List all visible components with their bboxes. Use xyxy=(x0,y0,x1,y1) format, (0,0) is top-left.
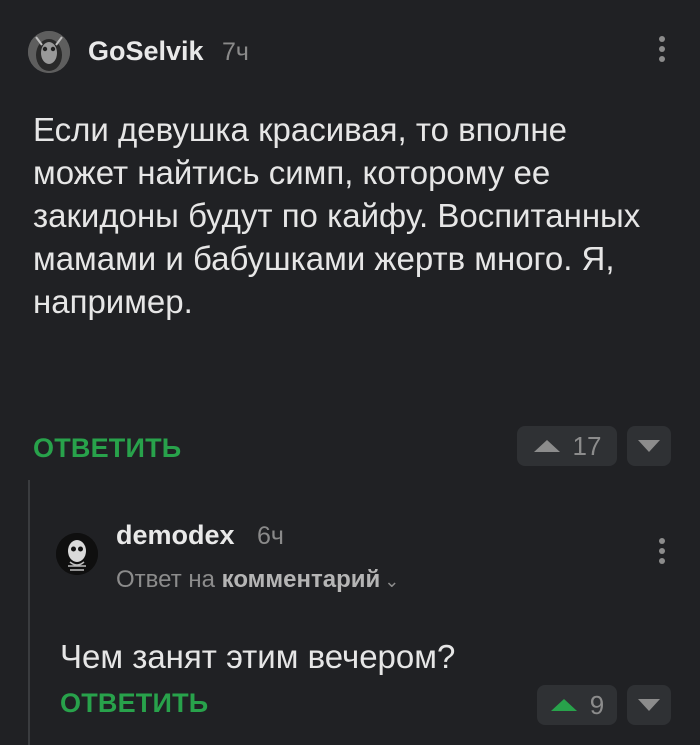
timestamp: 6ч xyxy=(257,522,284,550)
triangle-down-icon xyxy=(638,699,660,711)
reply-to-link[interactable]: комментарий xyxy=(222,566,381,593)
vote-count: 9 xyxy=(589,689,605,720)
upvote-button[interactable]: 9 xyxy=(537,685,617,725)
triangle-up-icon xyxy=(533,440,560,452)
downvote-button[interactable] xyxy=(627,685,671,725)
reply-button[interactable]: ОТВЕТИТЬ xyxy=(33,433,181,464)
reply-to-prefix: Ответ на xyxy=(116,566,215,593)
upvote-button[interactable]: 17 xyxy=(517,426,617,466)
thread-line[interactable] xyxy=(28,480,30,745)
avatar[interactable] xyxy=(56,533,98,575)
comment-text: Если девушка красивая, то вполне может н… xyxy=(33,111,641,320)
chevron-down-icon[interactable]: ⌄ xyxy=(384,571,399,591)
avatar[interactable] xyxy=(28,31,70,73)
timestamp: 7ч xyxy=(222,38,249,66)
reply-button[interactable]: ОТВЕТИТЬ xyxy=(60,688,208,719)
triangle-down-icon xyxy=(638,440,660,452)
triangle-up-icon xyxy=(550,699,577,711)
more-options-icon[interactable] xyxy=(656,36,668,66)
reply-to-info: Ответ на комментарий ⌄ xyxy=(116,566,399,594)
reply-comment: demodex 6ч Ответ на комментарий ⌄ Чем зан… xyxy=(0,480,700,745)
vote-count: 17 xyxy=(572,430,602,461)
downvote-button[interactable] xyxy=(627,426,671,466)
username[interactable]: demodex xyxy=(116,520,235,551)
username[interactable]: GoSelvik xyxy=(88,36,204,67)
more-options-icon[interactable] xyxy=(656,538,668,568)
comment: GoSelvik 7ч Если девушка красивая, то вп… xyxy=(0,0,700,480)
comment-text: Чем занят этим вечером? xyxy=(60,638,456,675)
